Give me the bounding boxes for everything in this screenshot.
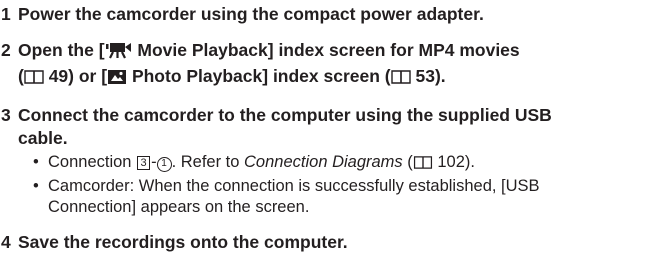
step-text: Open the [ Movie Playback] index screen … bbox=[18, 39, 663, 91]
bullet-text: Connection 3-1. Refer to Connection Diag… bbox=[48, 152, 663, 176]
connection-number-box: 3 bbox=[137, 156, 151, 170]
movie-playback-icon bbox=[105, 42, 133, 65]
photo-playback-icon bbox=[107, 68, 127, 91]
step-number: 4 bbox=[1, 232, 11, 252]
step-line: Open the [ Movie Playback] index screen … bbox=[18, 39, 663, 65]
text-segment: Open the [ bbox=[18, 40, 105, 60]
page-ref: 49) or [ bbox=[48, 66, 108, 86]
bullet-line: Connection 3-1. Refer to Connection Diag… bbox=[48, 152, 663, 176]
step-text: Connect the camcorder to the computer us… bbox=[18, 104, 663, 150]
book-reference-icon bbox=[413, 155, 433, 176]
step-number: 1 bbox=[1, 4, 11, 24]
book-reference-icon bbox=[390, 68, 411, 91]
instruction-page: 1 Power the camcorder using the compact … bbox=[0, 0, 667, 259]
text-segment: - bbox=[151, 153, 157, 171]
step-line: Connect the camcorder to the computer us… bbox=[18, 105, 552, 125]
bullet-line: Connection] appears on the screen. bbox=[48, 198, 310, 216]
step-line: cable. bbox=[18, 128, 68, 148]
bullet-line: Camcorder: When the connection is succes… bbox=[48, 177, 540, 195]
step-line: Save the recordings onto the computer. bbox=[18, 232, 348, 252]
step-text: Power the camcorder using the compact po… bbox=[18, 3, 663, 26]
page-ref: 53). bbox=[415, 66, 446, 86]
text-segment: Photo Playback] index screen ( bbox=[131, 66, 391, 86]
step-number: 2 bbox=[1, 40, 11, 60]
text-segment: Movie Playback] index screen for MP4 mov… bbox=[137, 40, 520, 60]
diagram-reference: Connection Diagrams bbox=[244, 153, 403, 171]
bullet-dot: • bbox=[33, 177, 39, 195]
bullet-dot: • bbox=[33, 153, 39, 171]
circled-number: 1 bbox=[156, 157, 172, 172]
step-text: Save the recordings onto the computer. bbox=[18, 231, 663, 254]
text-segment: ( bbox=[402, 153, 413, 171]
step-line: ( 49) or [ Photo Playback] index screen … bbox=[18, 65, 663, 91]
bullet-text: Camcorder: When the connection is succes… bbox=[48, 176, 663, 218]
book-reference-icon bbox=[24, 68, 44, 91]
text-segment: Connection bbox=[48, 153, 137, 171]
text-segment: . Refer to bbox=[171, 153, 245, 171]
page-ref: 102). bbox=[437, 153, 475, 171]
step-line: Power the camcorder using the compact po… bbox=[18, 4, 484, 24]
step-number: 3 bbox=[1, 105, 11, 125]
